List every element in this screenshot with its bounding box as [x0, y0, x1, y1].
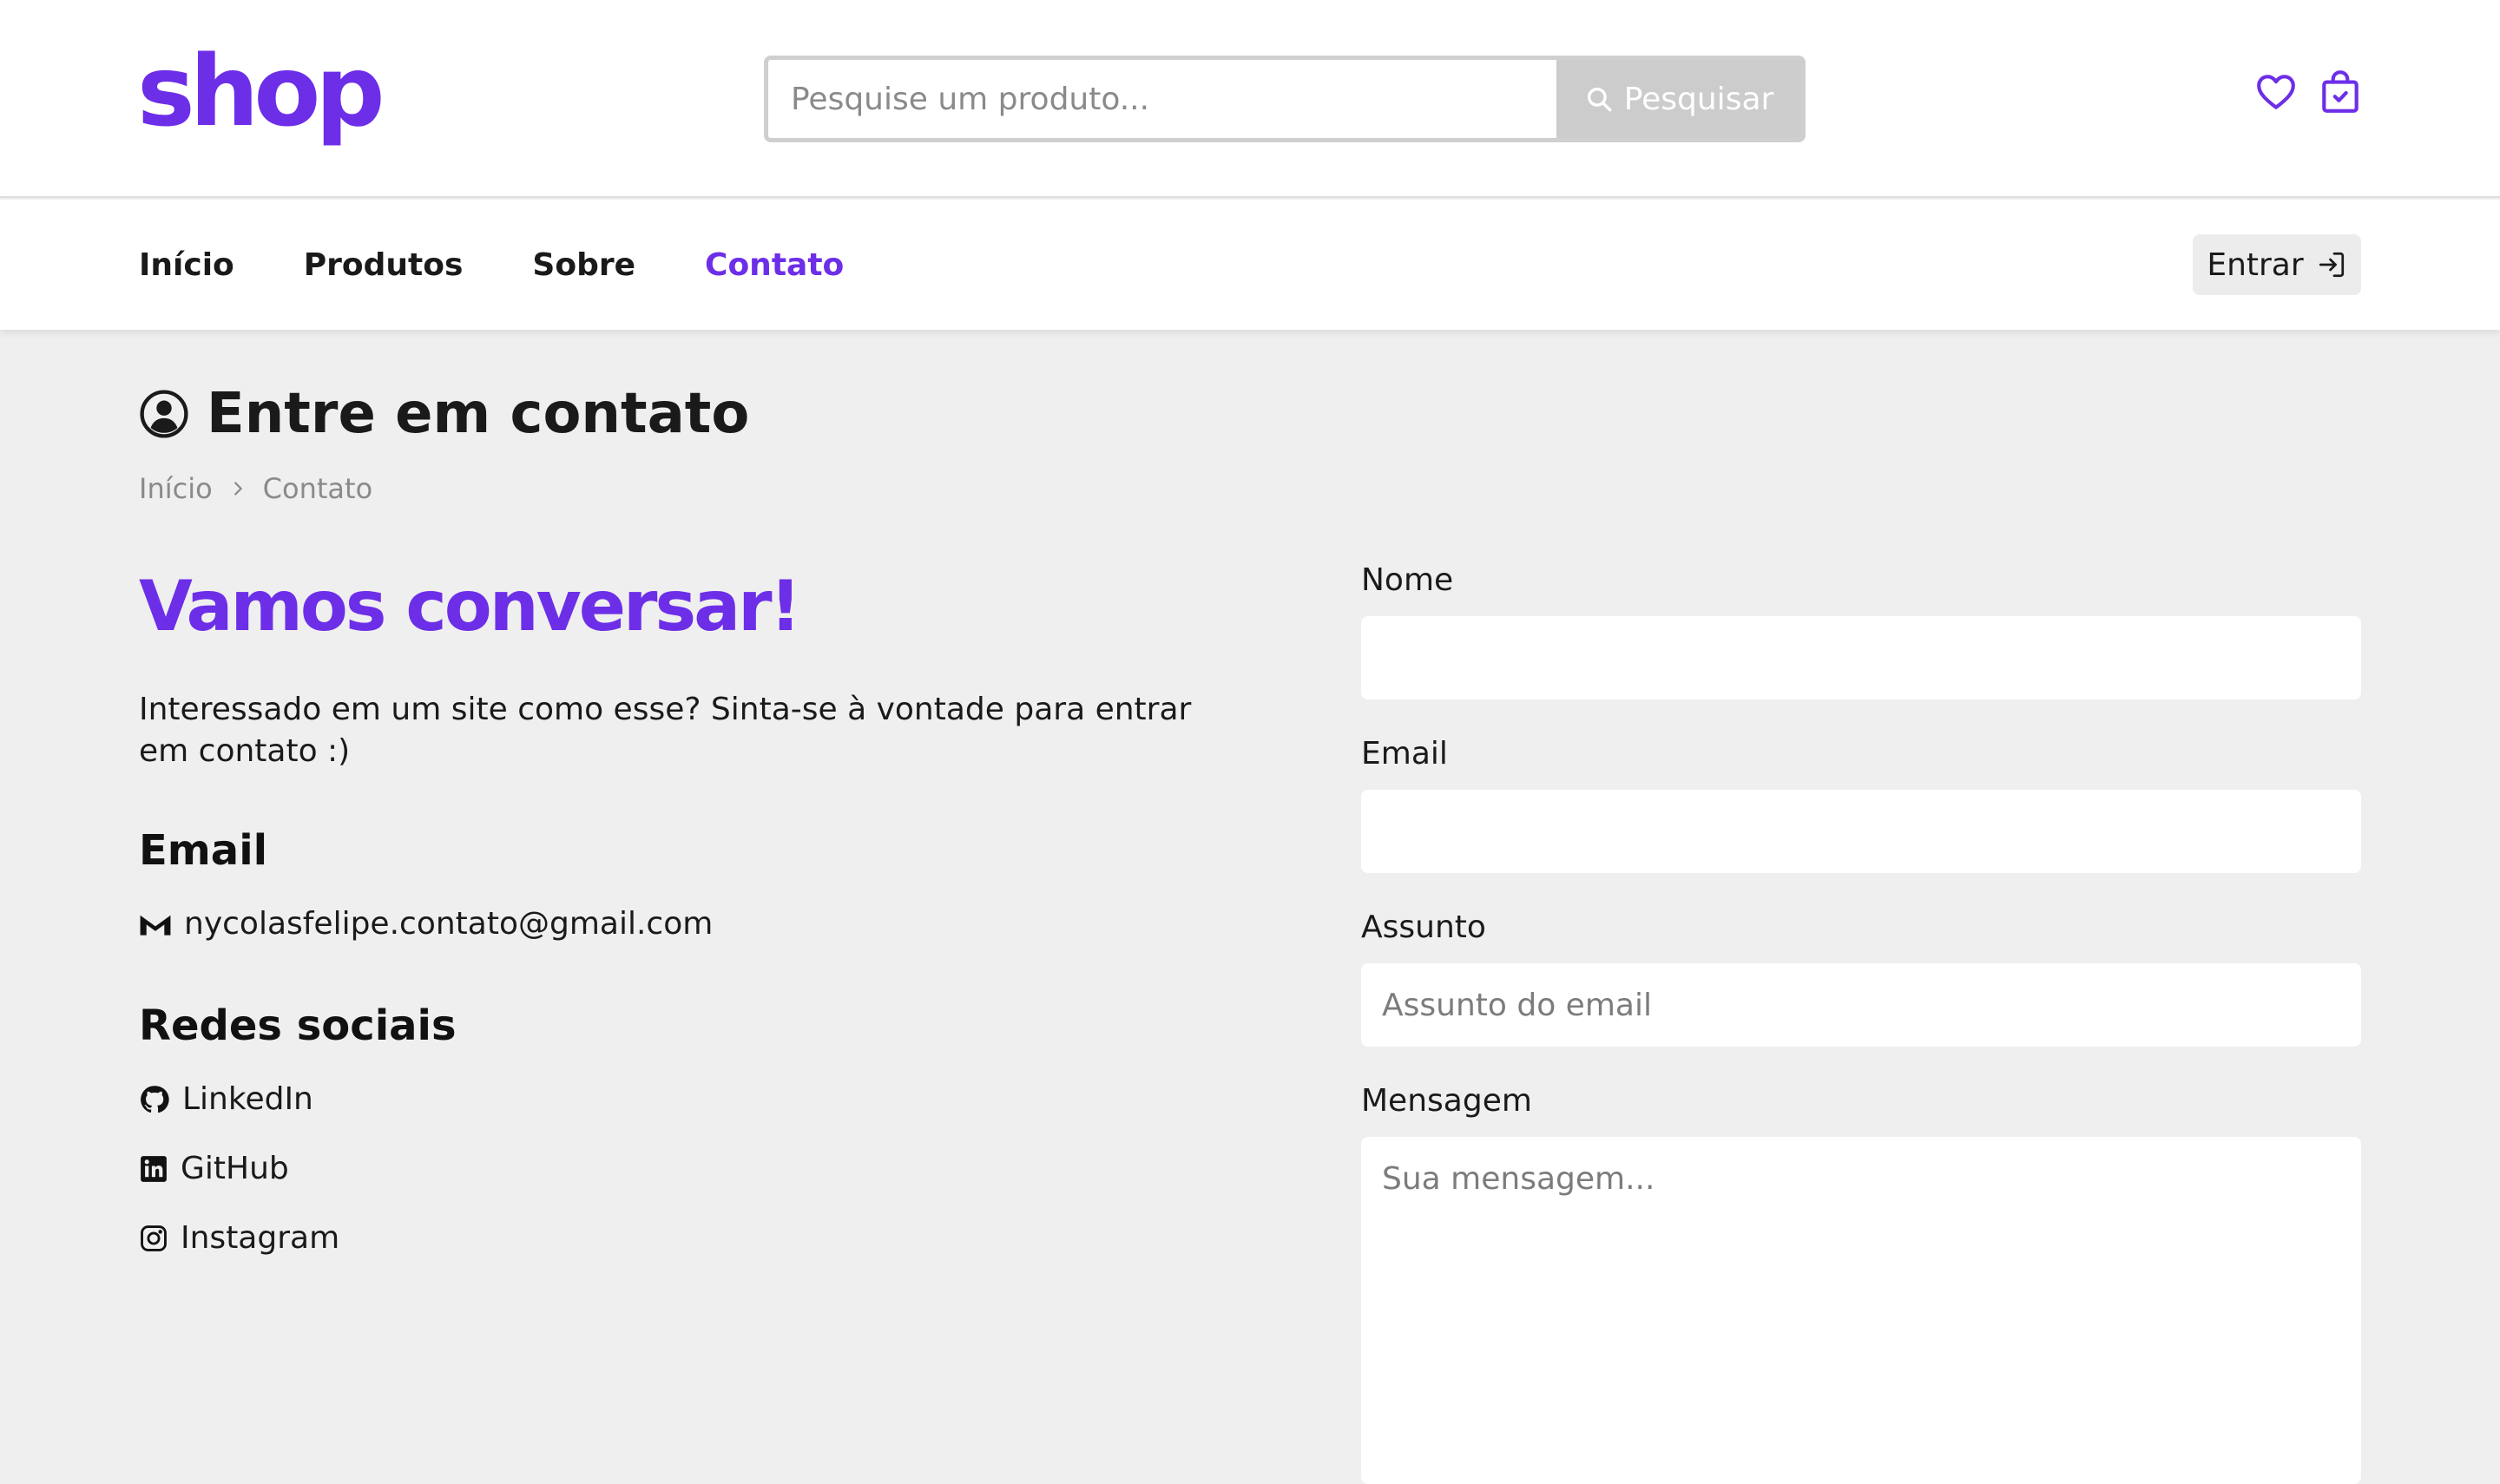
breadcrumb: Início Contato — [139, 472, 372, 505]
shop-logo[interactable]: shop — [137, 36, 385, 148]
top-header: shop Pesquisar — [0, 0, 2500, 198]
nav-item-sobre[interactable]: Sobre — [532, 247, 635, 283]
social-label-instagram: Instagram — [181, 1220, 340, 1256]
message-label: Mensagem — [1361, 1083, 1532, 1119]
main-nav: Início Produtos Sobre Contato Entrar — [0, 200, 2500, 330]
login-icon — [2319, 252, 2344, 278]
email-heading: Email — [139, 826, 268, 875]
instagram-icon — [141, 1225, 167, 1251]
breadcrumb-home[interactable]: Início — [139, 472, 213, 505]
user-circle-icon — [140, 390, 188, 438]
name-field[interactable] — [1361, 616, 2361, 699]
social-label-github: GitHub — [181, 1151, 289, 1186]
breadcrumb-current: Contato — [262, 472, 373, 505]
nav-item-contato[interactable]: Contato — [705, 247, 844, 283]
shopping-bag-icon — [2322, 70, 2359, 113]
cart-button[interactable] — [2316, 68, 2365, 116]
contact-intro: Interessado em um site como esse? Sinta-… — [139, 692, 1192, 769]
search-button-label: Pesquisar — [1623, 81, 1774, 117]
contact-headline: Vamos conversar! — [139, 566, 801, 647]
email-link[interactable]: nycolasfelipe.contato@gmail.com — [139, 906, 713, 942]
social-link-github[interactable]: GitHub — [139, 1151, 289, 1186]
github-icon — [141, 1085, 169, 1113]
email-address: nycolasfelipe.contato@gmail.com — [184, 906, 714, 942]
social-label-linkedin: LinkedIn — [182, 1081, 313, 1117]
social-link-instagram[interactable]: Instagram — [139, 1220, 339, 1256]
social-heading: Redes sociais — [139, 1001, 457, 1050]
email-field[interactable] — [1361, 790, 2361, 873]
message-field[interactable] — [1361, 1137, 2361, 1484]
search-button[interactable]: Pesquisar — [1556, 60, 1801, 138]
nav-item-inicio[interactable]: Início — [139, 247, 234, 283]
linkedin-icon — [141, 1155, 167, 1182]
chevron-right-icon — [234, 482, 242, 496]
search-bar: Pesquisar — [764, 56, 1806, 142]
subject-label: Assunto — [1361, 909, 1486, 945]
page-title: Entre em contato — [139, 382, 749, 446]
search-icon — [1587, 87, 1612, 112]
heart-icon — [2257, 75, 2295, 109]
social-link-linkedin[interactable]: LinkedIn — [139, 1081, 313, 1117]
page-title-text: Entre em contato — [207, 382, 750, 446]
gmail-icon — [140, 915, 171, 936]
nav-item-produtos[interactable]: Produtos — [304, 247, 464, 283]
login-button-label: Entrar — [2207, 246, 2304, 283]
login-button[interactable]: Entrar — [2193, 234, 2361, 295]
email-label: Email — [1361, 736, 1448, 772]
name-label: Nome — [1361, 562, 1454, 598]
subject-field[interactable] — [1361, 963, 2361, 1047]
wishlist-button[interactable] — [2252, 68, 2300, 116]
search-input[interactable] — [768, 60, 1556, 138]
